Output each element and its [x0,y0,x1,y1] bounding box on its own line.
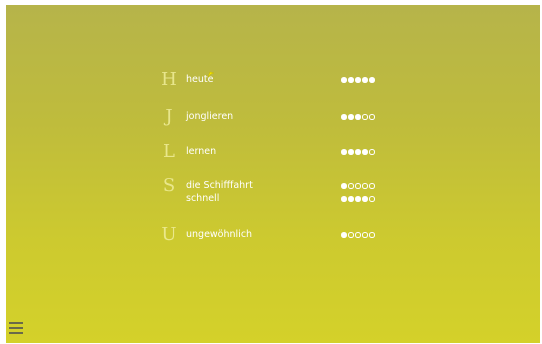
word-row[interactable]: schnell [160,192,400,206]
filled-dot [341,196,347,202]
empty-dot [348,232,354,238]
proficiency-dots [341,232,375,239]
menu-bar [9,322,23,324]
word-row[interactable]: lernen [160,145,400,159]
word-label: lernen [186,146,217,157]
app-screen: H heute J jonglieren L lernen S die Schi… [6,5,540,343]
filled-dot [362,196,368,202]
empty-dot [355,232,361,238]
filled-dot [348,149,354,155]
empty-dot [369,232,375,238]
filled-dot [341,149,347,155]
hamburger-menu-icon[interactable] [9,321,23,337]
empty-dot [348,183,354,189]
word-row[interactable]: heute [160,71,400,87]
menu-bar [9,327,23,329]
word-label: jonglieren [186,111,234,122]
empty-dot [362,114,368,120]
word-row[interactable]: die Schifffahrt [160,179,400,193]
word-label: die Schifffahrt [186,180,253,191]
empty-dot [369,183,375,189]
menu-bar [9,332,23,334]
empty-dot [362,232,368,238]
proficiency-dots [341,149,375,156]
empty-dot [355,183,361,189]
word-label: ungewöhnlich [186,229,253,240]
filled-dot [348,114,354,120]
filled-dot [355,196,361,202]
filled-dot [355,149,361,155]
filled-dot [348,196,354,202]
word-label: schnell [186,193,220,204]
filled-dot [355,77,361,83]
proficiency-dots [341,196,375,203]
filled-dot [341,232,347,238]
pointer-cursor-icon [207,71,215,78]
filled-dot [341,183,347,189]
proficiency-dots [341,77,375,84]
filled-dot [341,77,347,83]
proficiency-dots [341,114,375,121]
filled-dot [341,114,347,120]
empty-dot [369,114,375,120]
empty-dot [369,149,375,155]
word-row[interactable]: ungewöhnlich [160,228,400,242]
filled-dot [355,114,361,120]
filled-dot [362,77,368,83]
filled-dot [348,77,354,83]
filled-dot [362,149,368,155]
empty-dot [369,196,375,202]
empty-dot [362,183,368,189]
proficiency-dots [341,183,375,190]
word-row[interactable]: jonglieren [160,110,400,124]
filled-dot [369,77,375,83]
